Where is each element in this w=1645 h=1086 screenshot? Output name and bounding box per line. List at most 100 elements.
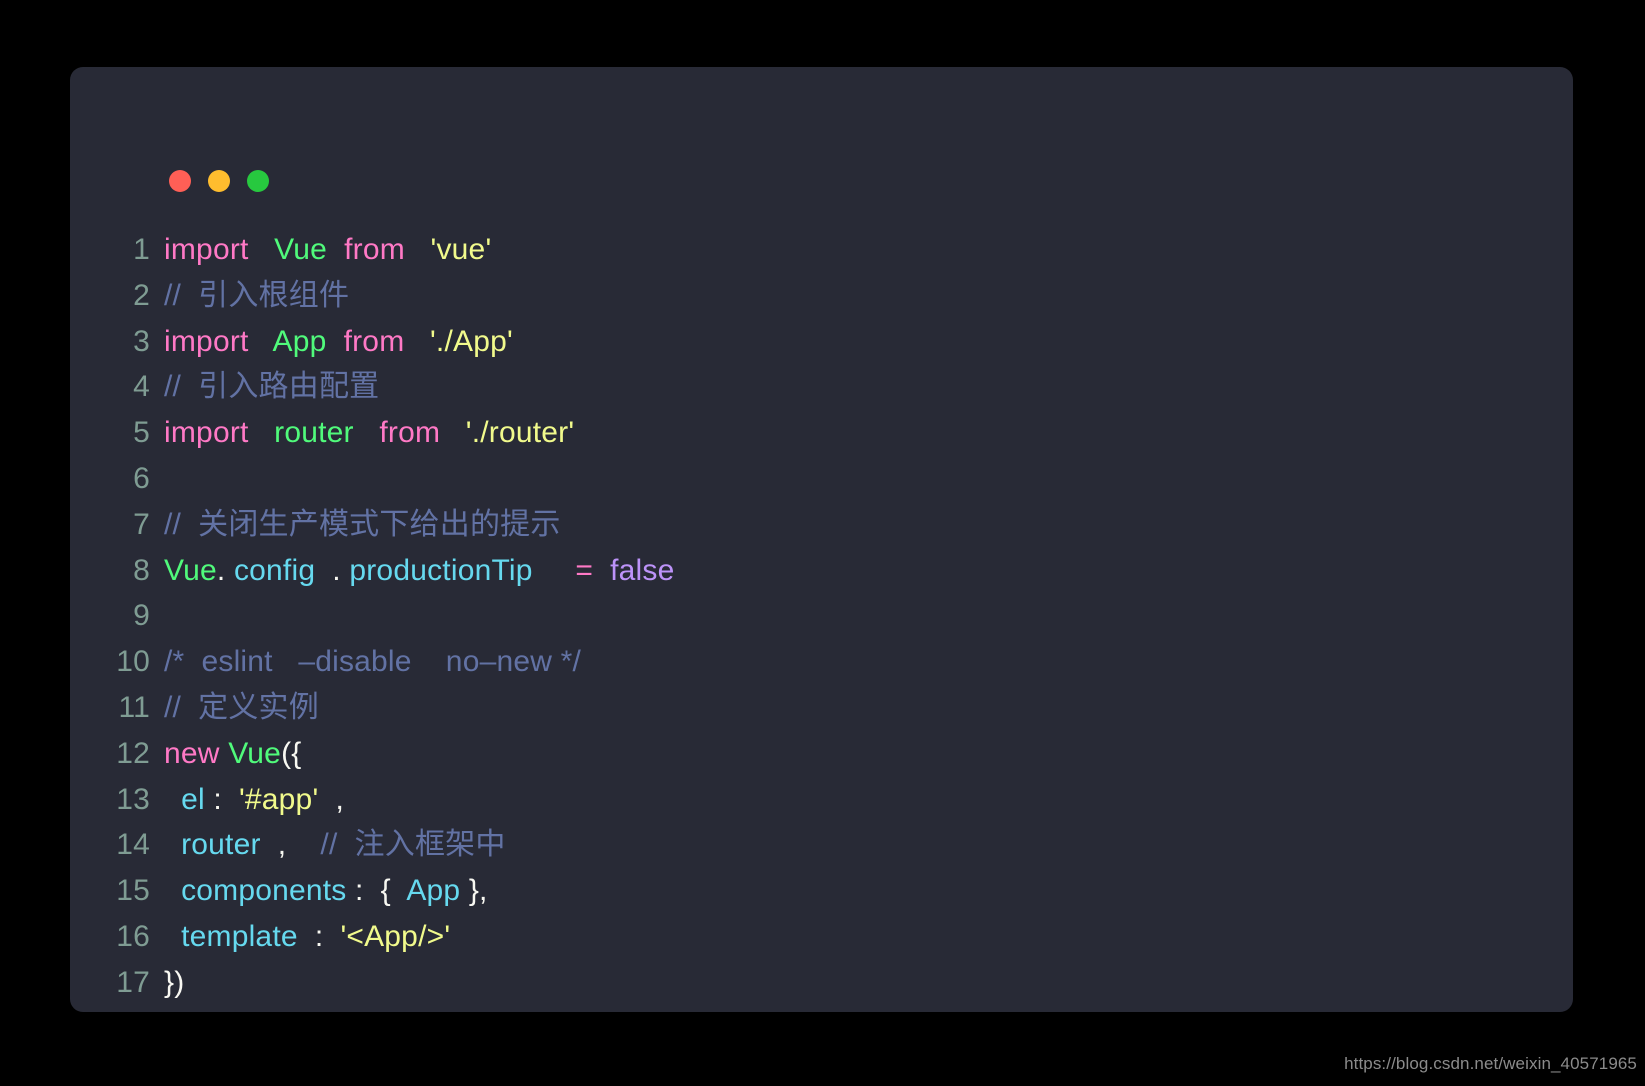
- code-token: /* eslint –disable no–new */: [164, 645, 582, 679]
- code-line-content: components : { App },: [164, 874, 488, 907]
- code-line-content: import router from './router': [164, 416, 574, 449]
- code-token: productionTip: [349, 553, 533, 587]
- code-token: import: [164, 233, 249, 266]
- code-token: Vue: [274, 233, 328, 266]
- code-token: .: [315, 553, 350, 587]
- code-token: // 定义实例: [164, 690, 319, 724]
- code-line[interactable]: 13 el : '#app' ,: [70, 777, 1573, 823]
- code-line[interactable]: 8 Vue. config . productionTip = false: [70, 548, 1573, 594]
- code-token: :: [297, 919, 341, 953]
- code-token: // 引入根组件: [164, 278, 350, 312]
- maximize-button[interactable]: [247, 170, 269, 192]
- code-token: // 注入框架中: [320, 828, 506, 862]
- code-line-content: Vue. config . productionTip = false: [164, 554, 675, 587]
- code-token: {: [363, 874, 407, 908]
- code-line[interactable]: 17}): [70, 960, 1573, 1006]
- code-token: 'vue': [430, 233, 492, 266]
- code-line-content: /* eslint –disable no–new */: [164, 645, 581, 678]
- code-line-content: // 关闭生产模式下给出的提示: [164, 508, 561, 541]
- line-number: 13: [116, 782, 150, 816]
- code-token: router: [181, 828, 261, 862]
- line-number: 14: [116, 828, 150, 862]
- code-token: }): [164, 965, 185, 999]
- code-editor[interactable]: 1 import Vue from 'vue' 2 // 引入根组件 3 import A…: [70, 227, 1573, 1006]
- code-token: ,: [260, 828, 287, 862]
- code-line-content: // 引入路由配置: [164, 370, 379, 403]
- code-token: ,: [318, 782, 344, 816]
- code-token: el: [181, 782, 205, 816]
- line-number: 8: [133, 553, 150, 587]
- line-number: 10: [116, 645, 150, 679]
- code-line-content: el : '#app' ,: [164, 783, 344, 816]
- code-line[interactable]: 14 router , // 注入框架中: [70, 822, 1573, 868]
- code-token: ({: [281, 736, 302, 770]
- line-number: 6: [133, 461, 150, 495]
- code-token: // 关闭生产模式下给出的提示: [164, 507, 561, 541]
- code-line-content: template : '<App/>': [164, 920, 450, 953]
- code-line-content: new Vue({: [164, 737, 301, 770]
- code-line[interactable]: 6: [70, 456, 1573, 502]
- code-line[interactable]: 11 // 定义实例: [70, 685, 1573, 731]
- close-button[interactable]: [169, 170, 191, 192]
- line-number: 15: [116, 874, 150, 908]
- code-line-content: router , // 注入框架中: [164, 828, 506, 861]
- code-token: import: [164, 324, 249, 358]
- window-title-bar: [70, 67, 1573, 192]
- code-line-content: // 定义实例: [164, 691, 319, 724]
- code-line[interactable]: 5 import router from './router': [70, 410, 1573, 456]
- code-line-content: }): [164, 966, 184, 999]
- line-number: 3: [133, 324, 150, 358]
- code-line[interactable]: 16 template : '<App/>': [70, 914, 1573, 960]
- line-number: 17: [116, 965, 150, 999]
- code-line-content: import App from './App': [164, 325, 513, 358]
- code-token: './App': [430, 324, 513, 358]
- code-token: false: [610, 553, 675, 587]
- code-line[interactable]: 9: [70, 593, 1573, 639]
- code-line[interactable]: 1 import Vue from 'vue': [70, 227, 1573, 273]
- code-token: App: [272, 324, 327, 358]
- line-number: 5: [133, 416, 150, 450]
- code-line[interactable]: 4 // 引入路由配置: [70, 364, 1573, 410]
- code-token: from: [379, 416, 441, 450]
- line-number: 4: [133, 370, 150, 404]
- code-token: from: [343, 324, 405, 358]
- code-token: Vue: [164, 553, 217, 587]
- code-token: },: [460, 874, 488, 908]
- code-token: :: [346, 874, 364, 908]
- minimize-button[interactable]: [208, 170, 230, 192]
- code-line-content: // 引入根组件: [164, 279, 349, 312]
- code-line[interactable]: 7 // 关闭生产模式下给出的提示: [70, 502, 1573, 548]
- code-token: components: [181, 874, 347, 908]
- code-token: template: [181, 919, 298, 953]
- line-number: 11: [118, 690, 150, 724]
- code-token: from: [344, 233, 405, 266]
- code-line-content: import Vue from 'vue': [164, 233, 491, 266]
- line-number: 7: [133, 507, 150, 541]
- code-line[interactable]: 10 /* eslint –disable no–new */: [70, 639, 1573, 685]
- line-number: 9: [133, 599, 150, 633]
- code-token: router: [274, 416, 354, 450]
- watermark: https://blog.csdn.net/weixin_40571965: [1344, 1054, 1637, 1073]
- line-number: 1: [133, 233, 150, 266]
- code-line[interactable]: 12 new Vue({: [70, 731, 1573, 777]
- code-token: '#app': [230, 782, 319, 816]
- code-line[interactable]: 15 components : { App },: [70, 868, 1573, 914]
- code-line[interactable]: 2 // 引入根组件: [70, 273, 1573, 319]
- code-token: :: [204, 782, 231, 816]
- line-number: 2: [133, 278, 150, 312]
- code-token: './router': [465, 416, 575, 450]
- code-line[interactable]: 3 import App from './App': [70, 319, 1573, 365]
- code-token: config: [225, 553, 316, 587]
